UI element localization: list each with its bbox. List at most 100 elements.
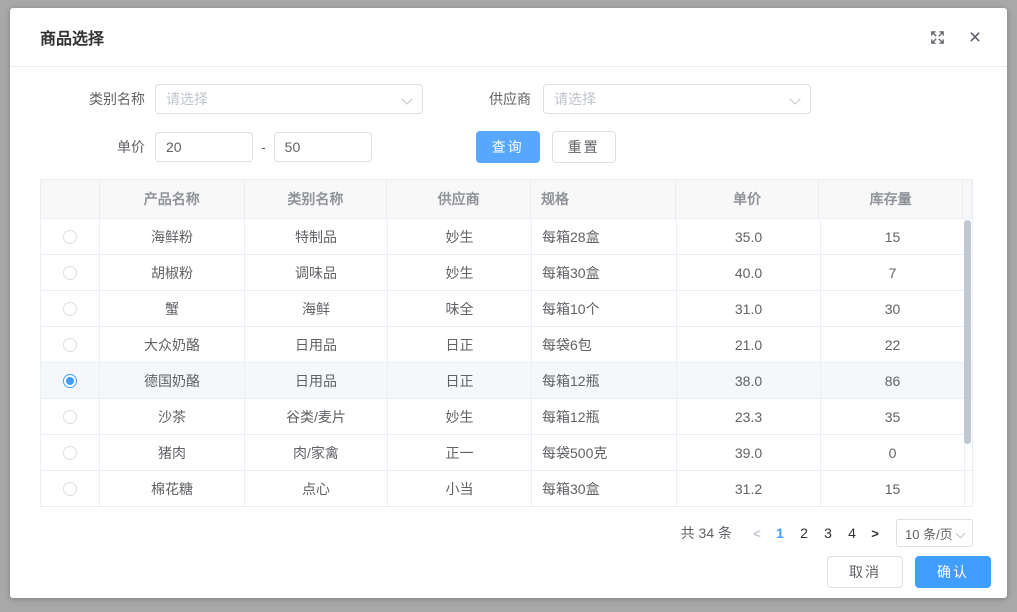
table-header-row: 产品名称 类别名称 供应商 规格 单价 库存量 — [41, 180, 972, 218]
header-product: 产品名称 — [100, 180, 245, 218]
cell-price: 23.3 — [677, 399, 821, 434]
fullscreen-icon[interactable] — [927, 27, 947, 47]
supplier-select-input[interactable] — [543, 84, 811, 114]
cell-product: 猪肉 — [100, 435, 245, 470]
radio-checked-icon[interactable] — [63, 374, 77, 388]
reset-button[interactable]: 重置 — [552, 131, 616, 163]
radio-icon[interactable] — [63, 446, 77, 460]
cell-supplier: 日正 — [388, 363, 532, 398]
cell-stock: 35 — [821, 399, 965, 434]
cell-spec: 每袋6包 — [532, 327, 677, 362]
close-icon[interactable]: × — [965, 27, 985, 47]
price-min-input[interactable] — [155, 132, 253, 162]
table-row[interactable]: 蟹海鲜味全每箱10个31.030 — [41, 290, 972, 326]
cell-product: 大众奶酪 — [100, 327, 245, 362]
cell-supplier: 妙生 — [388, 399, 532, 434]
cell-category: 海鲜 — [245, 291, 388, 326]
radio-icon[interactable] — [63, 266, 77, 280]
cell-stock: 15 — [821, 219, 965, 254]
chevron-down-icon — [956, 529, 966, 539]
table-row[interactable]: 沙茶谷类/麦片妙生每箱12瓶23.335 — [41, 398, 972, 434]
category-select-input[interactable] — [155, 84, 423, 114]
cell-price: 38.0 — [677, 363, 821, 398]
page-number-3[interactable]: 3 — [817, 525, 839, 541]
table-body: 海鲜粉特制品妙生每箱28盒35.015胡椒粉调味品妙生每箱30盒40.07蟹海鲜… — [41, 218, 972, 506]
cell-price: 31.0 — [677, 291, 821, 326]
cell-stock: 22 — [821, 327, 965, 362]
cell-supplier: 妙生 — [388, 255, 532, 290]
cell-category: 调味品 — [245, 255, 388, 290]
cell-product: 海鲜粉 — [100, 219, 245, 254]
radio-icon[interactable] — [63, 230, 77, 244]
header-gutter — [963, 180, 972, 218]
category-label: 类别名称 — [10, 89, 155, 109]
price-max-input[interactable] — [274, 132, 372, 162]
dialog-title: 商品选择 — [40, 25, 927, 49]
next-page-icon[interactable]: > — [864, 526, 886, 541]
total-count: 共 34 条 — [681, 523, 732, 543]
search-button[interactable]: 查询 — [476, 131, 540, 163]
cell-product: 棉花糖 — [100, 471, 245, 506]
page-number-1[interactable]: 1 — [769, 525, 791, 541]
radio-icon[interactable] — [63, 410, 77, 424]
radio-icon[interactable] — [63, 302, 77, 316]
price-label: 单价 — [10, 137, 155, 157]
table-scrollbar-thumb[interactable] — [964, 220, 971, 444]
cell-spec: 每箱12瓶 — [532, 399, 677, 434]
cell-stock: 15 — [821, 471, 965, 506]
row-radio-cell — [41, 291, 100, 326]
supplier-select[interactable] — [543, 84, 811, 114]
header-supplier: 供应商 — [387, 180, 531, 218]
header-radio — [41, 180, 100, 218]
radio-icon[interactable] — [63, 482, 77, 496]
prev-page-icon[interactable]: < — [746, 526, 768, 541]
page-number-4[interactable]: 4 — [841, 525, 863, 541]
row-radio-cell — [41, 435, 100, 470]
row-radio-cell — [41, 219, 100, 254]
table-row[interactable]: 胡椒粉调味品妙生每箱30盒40.07 — [41, 254, 972, 290]
cell-spec: 每箱10个 — [532, 291, 677, 326]
cell-price: 40.0 — [677, 255, 821, 290]
cell-supplier: 味全 — [388, 291, 532, 326]
table-row[interactable]: 海鲜粉特制品妙生每箱28盒35.015 — [41, 218, 972, 254]
row-radio-cell — [41, 399, 100, 434]
cell-product: 蟹 — [100, 291, 245, 326]
row-radio-cell — [41, 255, 100, 290]
cell-supplier: 正一 — [388, 435, 532, 470]
header-spec: 规格 — [531, 180, 676, 218]
table-row[interactable]: 大众奶酪日用品日正每袋6包21.022 — [41, 326, 972, 362]
pagination: 共 34 条 < 1234 > 10 条/页 — [10, 519, 1007, 547]
cell-supplier: 小当 — [388, 471, 532, 506]
cell-price: 31.2 — [677, 471, 821, 506]
cell-price: 35.0 — [677, 219, 821, 254]
cell-category: 谷类/麦片 — [245, 399, 388, 434]
cell-product: 德国奶酪 — [100, 363, 245, 398]
row-radio-cell — [41, 363, 100, 398]
radio-icon[interactable] — [63, 338, 77, 352]
supplier-label: 供应商 — [423, 89, 543, 109]
product-select-dialog: 商品选择 × 类别名称 供应商 单价 - — [10, 8, 1007, 598]
table-row[interactable]: 猪肉肉/家禽正一每袋500克39.00 — [41, 434, 972, 470]
cell-category: 日用品 — [245, 327, 388, 362]
cell-stock: 86 — [821, 363, 965, 398]
cell-supplier: 日正 — [388, 327, 532, 362]
page-number-2[interactable]: 2 — [793, 525, 815, 541]
row-radio-cell — [41, 327, 100, 362]
cell-category: 特制品 — [245, 219, 388, 254]
cell-price: 39.0 — [677, 435, 821, 470]
dialog-footer: 取消 确认 — [827, 556, 991, 588]
cell-spec: 每箱12瓶 — [532, 363, 677, 398]
confirm-button[interactable]: 确认 — [915, 556, 991, 588]
cell-product: 沙茶 — [100, 399, 245, 434]
header-stock: 库存量 — [819, 180, 963, 218]
dialog-header: 商品选择 × — [10, 8, 1007, 67]
table-row[interactable]: 棉花糖点心小当每箱30盒31.215 — [41, 470, 972, 506]
cell-spec: 每箱30盒 — [532, 255, 677, 290]
fullscreen-icon-svg — [930, 30, 945, 45]
table-row[interactable]: 德国奶酪日用品日正每箱12瓶38.086 — [41, 362, 972, 398]
category-select[interactable] — [155, 84, 423, 114]
row-radio-cell — [41, 471, 100, 506]
page-size-select[interactable]: 10 条/页 — [896, 519, 973, 547]
cancel-button[interactable]: 取消 — [827, 556, 903, 588]
cell-spec: 每箱28盒 — [532, 219, 677, 254]
